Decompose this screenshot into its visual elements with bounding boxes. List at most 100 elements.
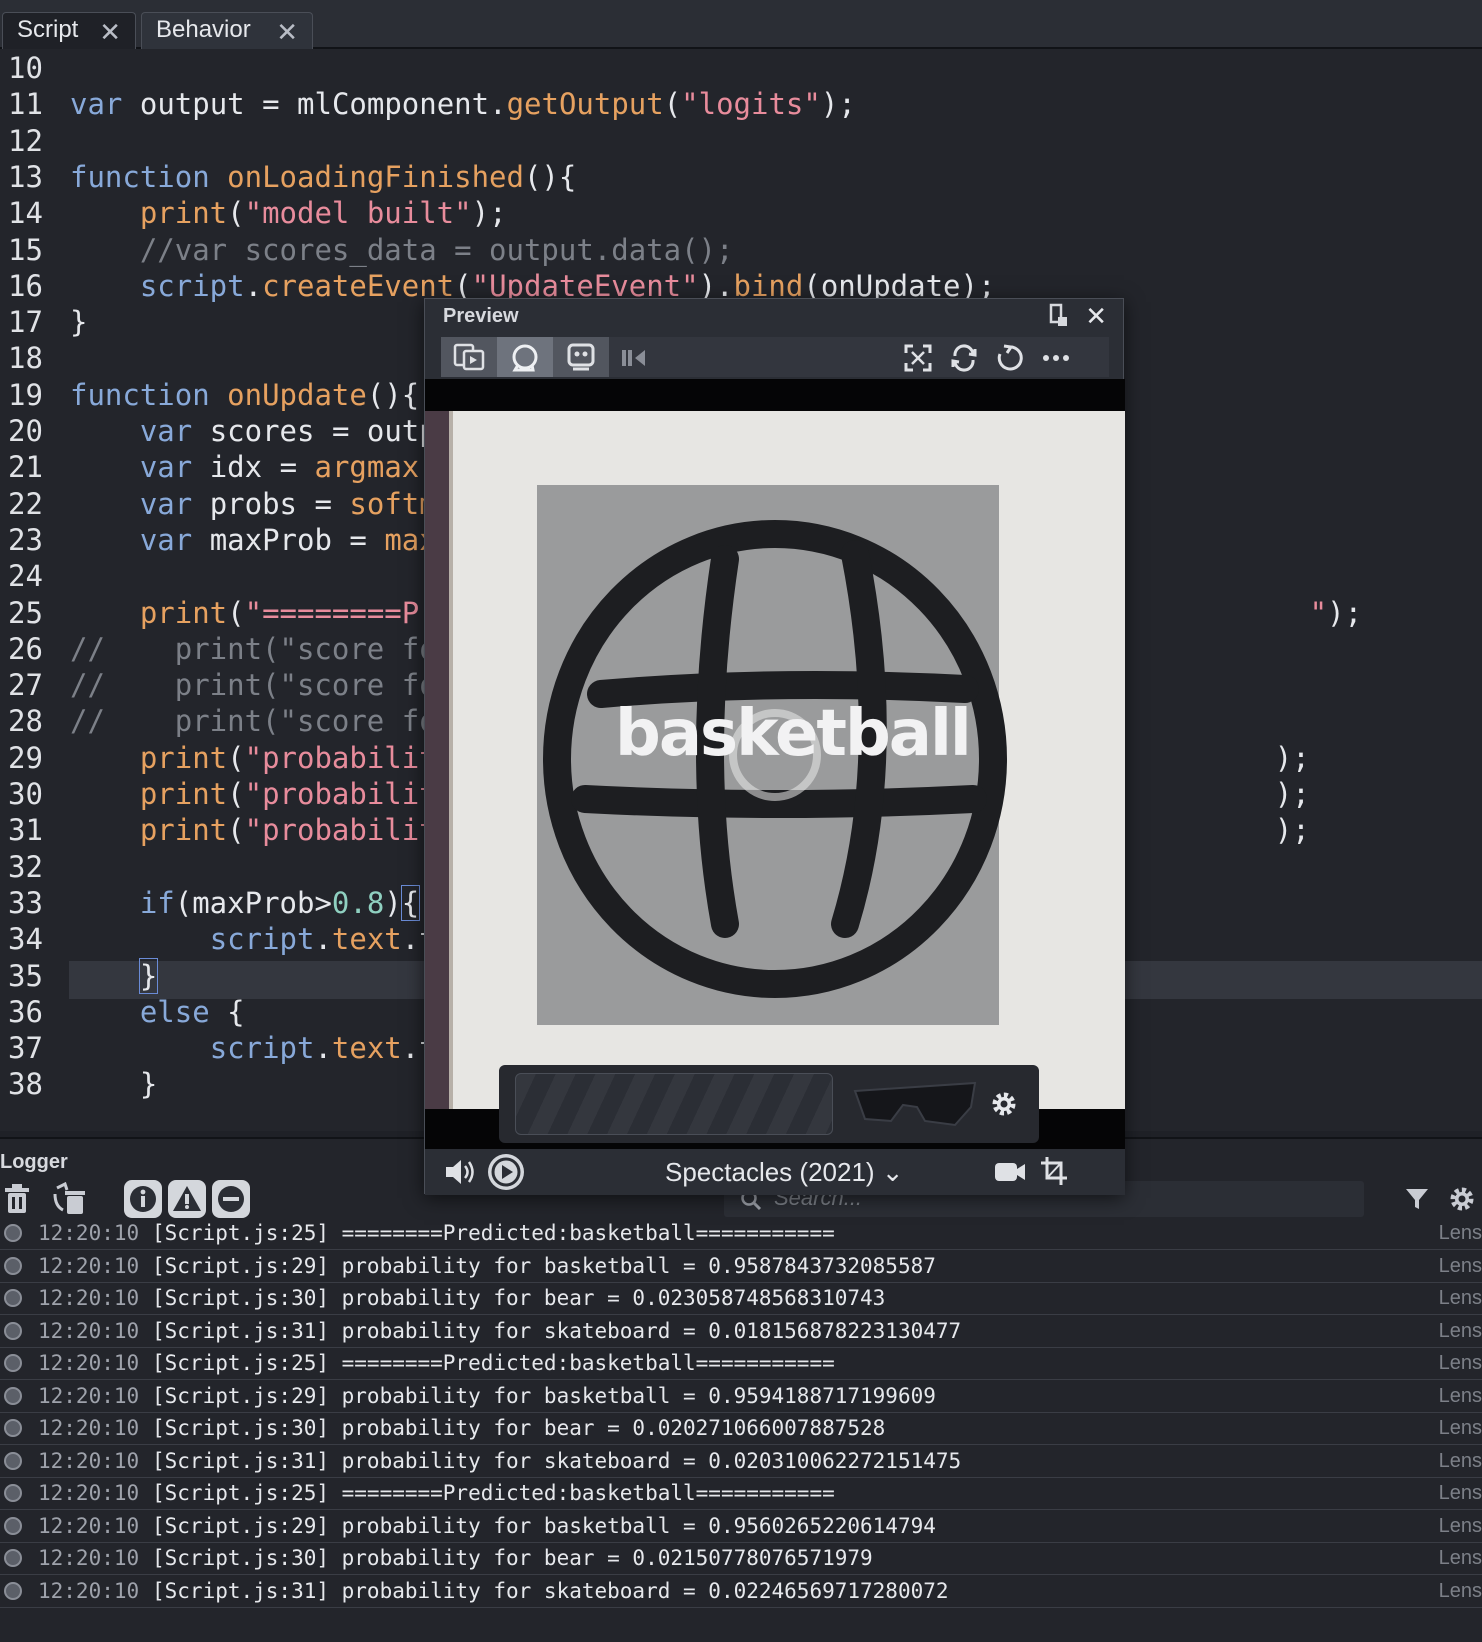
code-text: print("model built"); [139,196,507,231]
warning-icon[interactable] [168,1180,206,1218]
log-source: Lens [1438,1417,1482,1439]
code-text: script.text.t [209,922,437,957]
line-number: 34 [8,922,43,957]
line-number: 22 [8,486,43,521]
fit-screen-icon[interactable] [901,341,935,375]
log-level-icon [4,1256,22,1275]
play-icon[interactable] [487,1153,525,1191]
error-icon[interactable] [212,1180,250,1218]
code-text: var probs = softm [139,486,437,521]
preview-panel[interactable]: Preview ✕ basketball Spectacles (2021) ⌄ [424,298,1125,1195]
log-message: [Script.js:31] probability for skateboar… [152,1578,949,1603]
line-number: 32 [8,849,43,884]
line-number: 29 [8,740,43,775]
line-number: 11 [8,87,43,122]
volume-icon[interactable] [443,1157,477,1187]
line-number: 28 [8,704,43,739]
code-text: } [138,957,159,994]
log-row[interactable]: 12:20:10 [Script.js:25] ========Predicted… [0,1346,1482,1380]
line-number: 31 [8,813,43,848]
log-source: Lens [1438,1319,1482,1342]
log-message: [Script.js:30] probability for bear = 0.… [152,1286,886,1310]
line-number: 27 [8,668,43,703]
log-source: Lens [1438,1579,1482,1602]
preview-title: Preview [443,305,519,327]
log-row[interactable]: 12:20:10 [Script.js:29] probability for b… [0,1509,1482,1543]
close-icon[interactable]: ✕ [276,17,298,48]
line-number: 23 [8,522,43,557]
line-number: 33 [8,885,43,920]
mirror-icon[interactable] [619,341,653,375]
close-icon[interactable]: ✕ [1085,301,1107,332]
dock-icon[interactable] [1049,303,1069,333]
swap-camera-icon[interactable] [947,341,981,375]
log-source: Lens [1438,1514,1482,1537]
log-level-icon [4,1484,22,1502]
log-row[interactable]: 12:20:10 [Script.js:31] probability for s… [0,1574,1482,1608]
log-message: [Script.js:25] ========Predicted:basketb… [152,1481,835,1505]
log-message: [Script.js:29] probability for basketbal… [152,1513,936,1538]
line-number: 20 [8,414,43,448]
gear-icon[interactable] [989,1089,1019,1119]
log-row[interactable]: 12:20:10 [Script.js:29] probability for b… [0,1379,1482,1413]
log-source: Lens [1438,1254,1482,1277]
log-level-icon [4,1581,22,1600]
line-number: 25 [8,595,43,630]
info-icon[interactable] [124,1180,162,1218]
code-text: // print("score fo [70,631,437,666]
log-level-icon [4,1321,22,1340]
log-row[interactable]: 12:20:10 [Script.js:29] probability for b… [0,1249,1482,1283]
logger-title: Logger [0,1151,68,1173]
log-level-icon [4,1516,22,1535]
log-row[interactable]: 12:20:10 [Script.js:30] probability for b… [0,1411,1482,1445]
line-number: 19 [8,377,43,412]
code-text: } [70,305,88,340]
log-level-icon [4,1386,22,1405]
prediction-label: basketball [615,697,972,771]
log-time: 12:20:10 [38,1448,140,1473]
log-source: Lens [1438,1222,1482,1244]
log-source: Lens [1438,1482,1482,1504]
log-message: [Script.js:31] probability for skateboar… [152,1318,962,1343]
code-text: //var scores_data = output.data(); [139,232,734,267]
log-time: 12:20:10 [38,1351,140,1375]
line-number: 10 [8,51,43,85]
reset-icon[interactable] [993,341,1027,375]
code-text: // print("score fo [70,668,437,703]
tab-script[interactable]: Script ✕ [2,12,136,49]
trash-icon[interactable] [0,1180,36,1218]
code-text: var maxProb = max [139,522,437,557]
close-icon[interactable]: ✕ [99,17,121,48]
code-text: } [139,1067,158,1102]
filter-icon[interactable] [1398,1180,1436,1218]
log-row[interactable]: 12:20:10 [Script.js:25] ========Predicted… [0,1216,1482,1250]
crop-icon[interactable] [1039,1155,1069,1187]
line-number: 16 [8,268,43,303]
code-text: var idx = argmax( [139,450,437,485]
more-icon[interactable] [1039,341,1073,375]
trash-all-icon[interactable] [52,1180,90,1218]
log-level-icon [4,1419,22,1437]
device-name: Spectacles (2021) [665,1157,875,1187]
spectacles-icon [853,1081,977,1127]
log-time: 12:20:10 [38,1546,140,1570]
log-row[interactable]: 12:20:10 [Script.js:31] probability for s… [0,1444,1482,1478]
line-number: 15 [8,232,43,267]
log-row[interactable]: 12:20:10 [Script.js:30] probability for b… [0,1281,1482,1315]
log-row[interactable]: 12:20:10 [Script.js:31] probability for s… [0,1314,1482,1348]
record-video-icon[interactable] [993,1159,1027,1185]
code-text: function onLoadingFinished(){ [70,159,577,194]
log-row[interactable]: 12:20:10 [Script.js:25] ========Predicted… [0,1476,1482,1510]
log-message: [Script.js:25] ========Predicted:basketb… [152,1351,835,1375]
log-message: [Script.js:30] probability for bear = 0.… [152,1416,886,1440]
line-number: 24 [8,559,43,594]
log-row[interactable]: 12:20:10 [Script.js:30] probability for b… [0,1541,1482,1575]
preview-viewport[interactable]: basketball [425,379,1125,1149]
face-tracking-icon[interactable] [553,337,609,377]
device-selector[interactable]: Spectacles (2021) ⌄ [665,1157,904,1188]
tab-behavior[interactable]: Behavior ✕ [141,12,313,49]
tab-bar: Script ✕ Behavior ✕ [0,0,1482,49]
camera-reset-icon[interactable] [497,337,553,377]
device-frame-icon[interactable] [441,337,497,377]
gear-icon[interactable] [1443,1180,1481,1218]
